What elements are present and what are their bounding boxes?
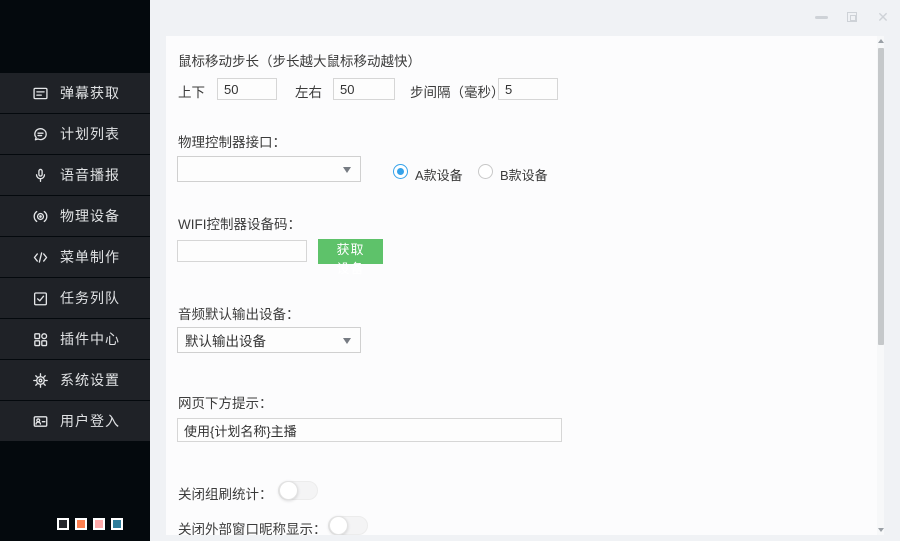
sidebar-item-label: 弹幕获取: [60, 83, 120, 103]
menu-maker-icon: [32, 249, 49, 266]
toggle-knob: [329, 516, 348, 535]
audio-output-label: 音频默认输出设备：: [178, 303, 300, 323]
minimize-button[interactable]: [814, 10, 828, 24]
sidebar-item-label: 计划列表: [60, 124, 120, 144]
scrollbar-thumb[interactable]: [878, 48, 884, 345]
sidebar-item-system-settings[interactable]: 系统设置: [0, 360, 150, 400]
sidebar-item-label: 用户登入: [60, 411, 120, 431]
audio-output-value: 默认输出设备: [185, 330, 266, 350]
chevron-down-icon: [343, 338, 351, 344]
controller-port-label: 物理控制器接口：: [178, 131, 286, 151]
user-login-icon: [32, 413, 49, 430]
theme-color-swatches: [57, 518, 123, 530]
leftright-input[interactable]: [333, 78, 395, 100]
sidebar-item-plugin-center[interactable]: 插件中心: [0, 319, 150, 359]
task-queue-icon: [32, 290, 49, 307]
step-interval-input[interactable]: [498, 78, 558, 100]
plan-list-icon: [32, 126, 49, 143]
device-a-radio-label[interactable]: A款设备: [415, 165, 463, 184]
sidebar-item-danmaku[interactable]: 弹幕获取: [0, 73, 150, 113]
close-group-stats-label: 关闭组刷统计：: [178, 483, 273, 503]
window-controls: ✕: [814, 8, 890, 26]
danmaku-icon: [32, 85, 49, 102]
scroll-up-icon[interactable]: [878, 39, 884, 43]
theme-swatch-dark[interactable]: [57, 518, 69, 530]
voice-broadcast-icon: [32, 167, 49, 184]
scrollbar-track[interactable]: [877, 36, 884, 535]
settings-panel: 鼠标移动步长（步长越大鼠标移动越快） 上下 左右 步间隔（毫秒） 物理控制器接口…: [166, 36, 877, 535]
plugin-center-icon: [32, 331, 49, 348]
system-settings-icon: [32, 372, 49, 389]
leftright-label: 左右: [295, 81, 322, 101]
sidebar-item-task-queue[interactable]: 任务列队: [0, 278, 150, 318]
sidebar-item-menu-maker[interactable]: 菜单制作: [0, 237, 150, 277]
close-external-nickname-toggle[interactable]: [328, 516, 368, 535]
sidebar-item-user-login[interactable]: 用户登入: [0, 401, 150, 441]
device-b-radio[interactable]: [478, 164, 493, 179]
sidebar-item-label: 系统设置: [60, 370, 120, 390]
maximize-icon: [847, 12, 857, 22]
sidebar-item-label: 插件中心: [60, 329, 120, 349]
chevron-down-icon: [343, 167, 351, 173]
web-tip-input[interactable]: [177, 418, 562, 442]
sidebar-item-voice[interactable]: 语音播报: [0, 155, 150, 195]
sidebar-item-plan-list[interactable]: 计划列表: [0, 114, 150, 154]
theme-swatch-teal[interactable]: [111, 518, 123, 530]
close-external-nickname-label: 关闭外部窗口昵称显示：: [178, 518, 327, 535]
updown-input[interactable]: [217, 78, 277, 100]
wifi-device-code-input[interactable]: [177, 240, 307, 262]
updown-label: 上下: [178, 81, 205, 101]
step-interval-label: 步间隔（毫秒）: [410, 81, 505, 101]
device-b-radio-label[interactable]: B款设备: [500, 165, 548, 184]
sidebar-item-label: 任务列队: [60, 288, 120, 308]
wifi-device-code-label: WIFI控制器设备码：: [178, 213, 301, 233]
sidebar: 弹幕获取 计划列表 语音播报 物理设备 菜单制作: [0, 0, 150, 541]
sidebar-item-label: 菜单制作: [60, 247, 120, 267]
theme-swatch-pink[interactable]: [93, 518, 105, 530]
audio-output-select[interactable]: 默认输出设备: [177, 327, 361, 353]
physical-device-icon: [32, 208, 49, 225]
maximize-button[interactable]: [845, 10, 859, 24]
close-button[interactable]: ✕: [876, 10, 890, 24]
sidebar-nav: 弹幕获取 计划列表 语音播报 物理设备 菜单制作: [0, 73, 150, 442]
web-tip-label: 网页下方提示：: [178, 392, 273, 412]
controller-port-select[interactable]: [177, 156, 361, 182]
scroll-down-icon[interactable]: [878, 528, 884, 532]
device-a-radio[interactable]: [393, 164, 408, 179]
get-device-button[interactable]: 获取设备: [318, 239, 383, 264]
sidebar-item-label: 物理设备: [60, 206, 120, 226]
close-group-stats-toggle[interactable]: [278, 481, 318, 500]
theme-swatch-orange[interactable]: [75, 518, 87, 530]
sidebar-item-physical-device[interactable]: 物理设备: [0, 196, 150, 236]
minimize-icon: [815, 16, 828, 19]
mouse-step-title: 鼠标移动步长（步长越大鼠标移动越快）: [178, 50, 421, 70]
sidebar-item-label: 语音播报: [60, 165, 120, 185]
toggle-knob: [279, 481, 298, 500]
